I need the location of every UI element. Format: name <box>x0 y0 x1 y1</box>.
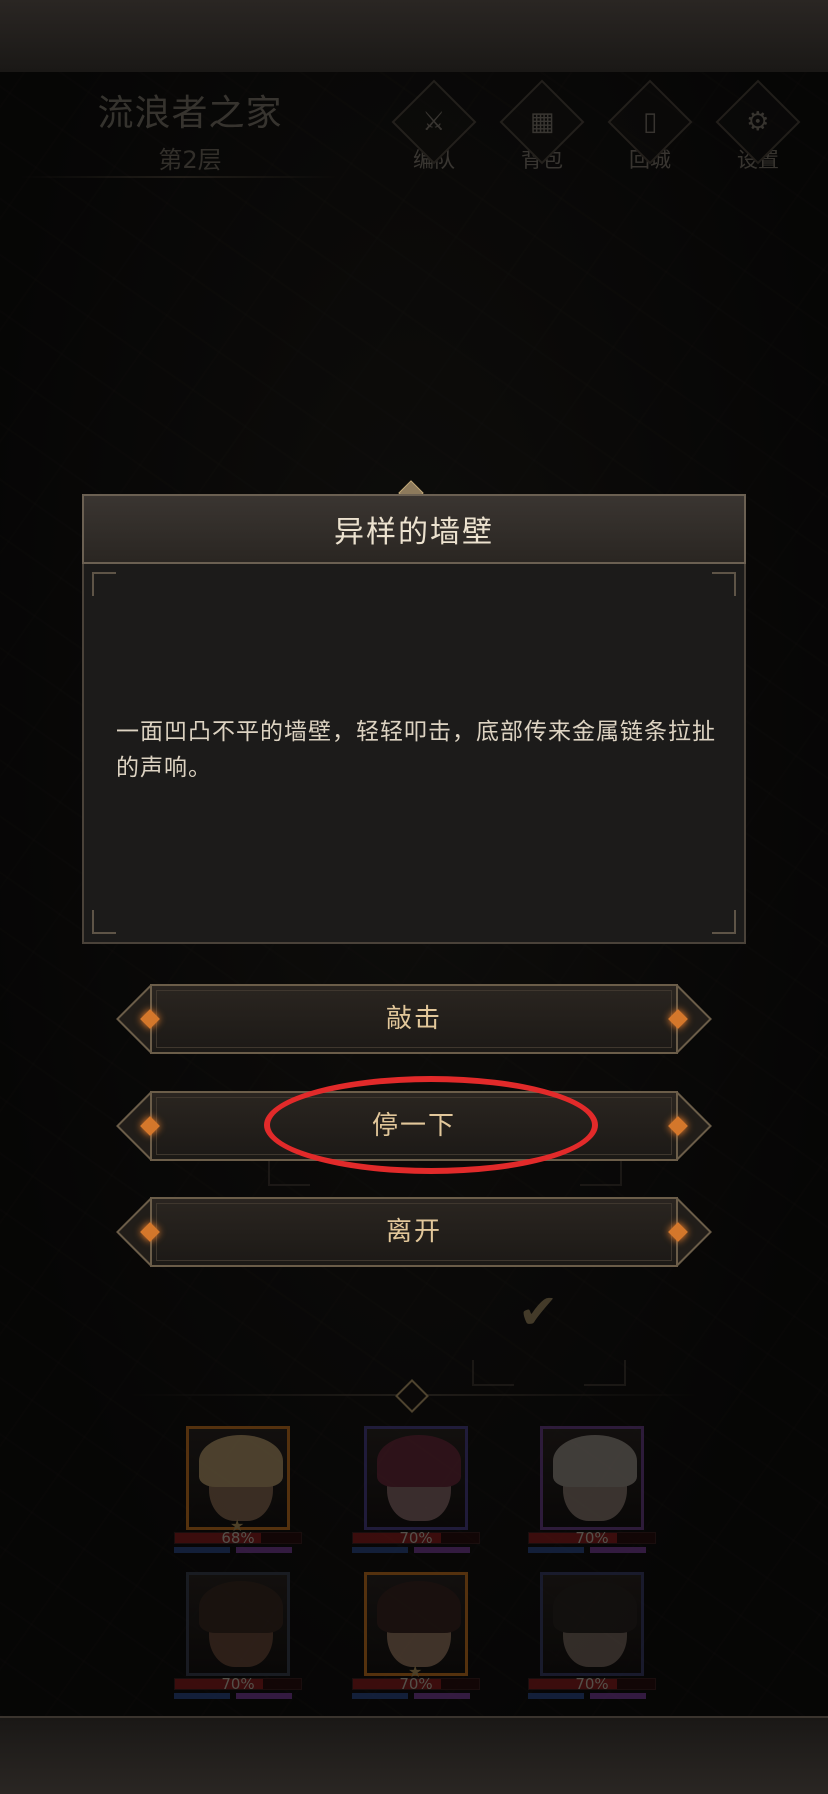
corner-ornament <box>712 572 736 596</box>
choice-pause-label: 停一下 <box>371 1111 456 1141</box>
corner-ornament <box>712 910 736 934</box>
choice-knock-label: 敲击 <box>385 1004 442 1034</box>
corner-ornament <box>92 572 116 596</box>
event-description: 一面凹凸不平的墙壁，轻轻叩击，底部传来金属链条拉扯的声响。 <box>116 719 716 781</box>
choice-leave-button[interactable]: 离开 <box>116 1197 712 1267</box>
choice-knock-button[interactable]: 敲击 <box>116 984 712 1054</box>
event-dialog: 异样的墙壁 一面凹凸不平的墙壁，轻轻叩击，底部传来金属链条拉扯的声响。 <box>82 494 746 944</box>
corner-ornament <box>92 910 116 934</box>
event-title: 异样的墙壁 <box>334 515 494 550</box>
choice-pause-button[interactable]: 停一下 <box>116 1091 712 1161</box>
top-frame <box>0 0 828 74</box>
dialog-body: 一面凹凸不平的墙壁，轻轻叩击，底部传来金属链条拉扯的声响。 <box>82 564 746 944</box>
choice-leave-label: 离开 <box>385 1217 442 1247</box>
dialog-header: 异样的墙壁 <box>82 494 746 564</box>
bottom-frame <box>0 1716 828 1794</box>
